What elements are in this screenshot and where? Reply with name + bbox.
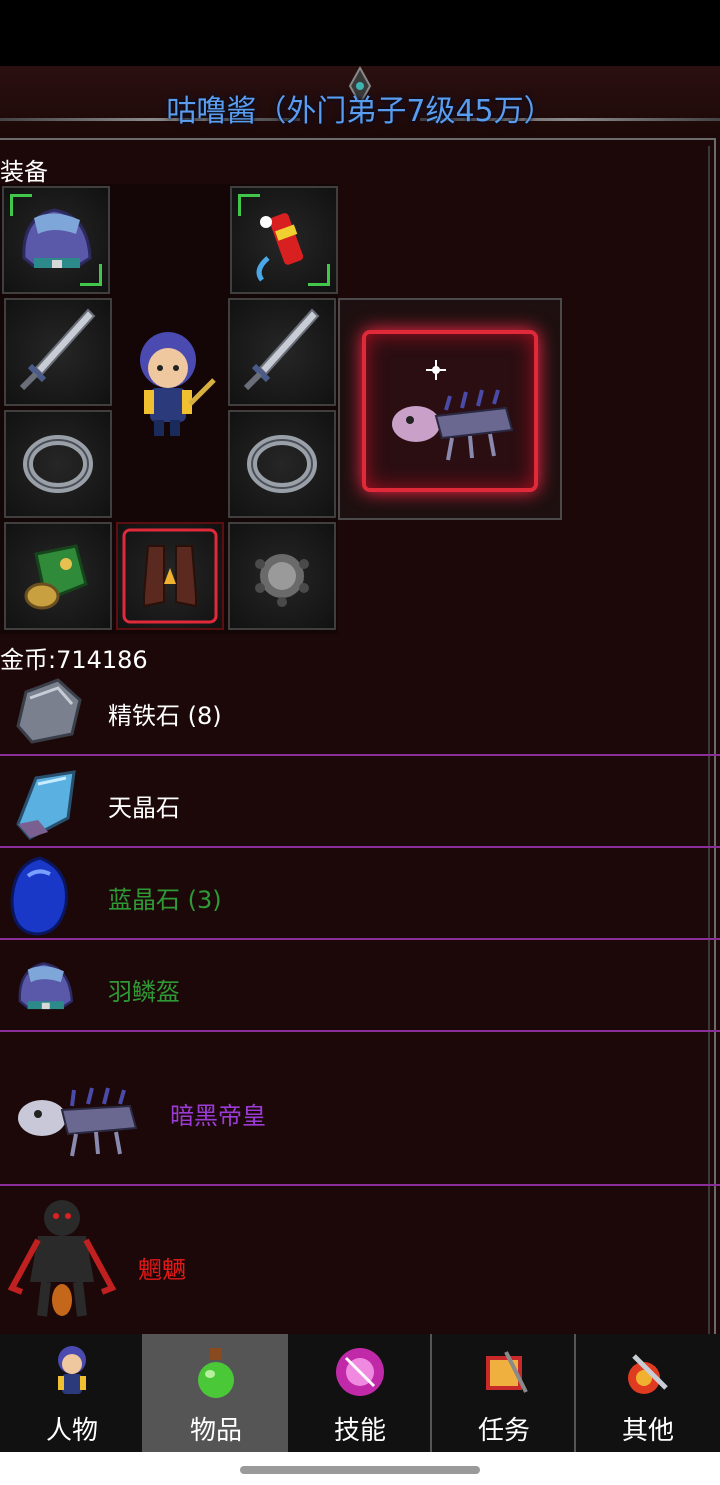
bracer-icon: [24, 544, 88, 610]
inventory-item[interactable]: 精铁石 (8): [0, 666, 720, 756]
selection-corner: [308, 264, 330, 286]
ring-left-slot[interactable]: [4, 410, 112, 518]
pet-frame: [362, 330, 538, 492]
weapon-left-slot[interactable]: [4, 298, 112, 406]
inventory-item[interactable]: 天晶石: [0, 758, 720, 848]
tab-skills[interactable]: 技能: [288, 1334, 432, 1452]
bottom-tab-bar: 人物 物品 技能 任务 其他: [0, 1334, 720, 1452]
sword-shield-icon: [628, 1354, 668, 1394]
inventory-item-name: 精铁石 (8): [108, 702, 222, 730]
tab-label: 技能: [333, 1416, 386, 1446]
ring-right-slot[interactable]: [228, 410, 336, 518]
tab-other[interactable]: 其他: [576, 1334, 720, 1452]
inventory-item-name: 魍魉: [138, 1256, 186, 1284]
inventory-item[interactable]: 暗黑帝皇: [0, 1034, 720, 1186]
quest-flag-icon: [486, 1351, 528, 1393]
helmet-icon: [18, 962, 74, 1010]
selection-corner: [10, 194, 32, 216]
demon-icon: [7, 1200, 117, 1317]
system-nav-area: [0, 1452, 720, 1485]
skeleton-beast-icon: [392, 360, 514, 461]
selection-corner: [80, 264, 102, 286]
inventory-item-name: 天晶石: [108, 794, 180, 822]
tab-label: 任务: [477, 1416, 530, 1446]
helmet-slot[interactable]: [2, 186, 110, 294]
inventory-item-name: 羽鳞盔: [108, 978, 180, 1006]
tab-label: 物品: [189, 1416, 242, 1446]
inventory-item[interactable]: 蓝晶石 (3): [0, 850, 720, 940]
inventory-item-name: 暗黑帝皇: [170, 1102, 266, 1130]
iron-ore-icon: [16, 678, 82, 744]
title-band: 咕噜酱（外门弟子7级45万）: [0, 66, 720, 138]
ring-icon: [247, 435, 317, 493]
ring-icon: [23, 435, 93, 493]
bracer-slot[interactable]: [4, 522, 112, 630]
boots-icon: [122, 528, 218, 624]
sword-icon: [243, 308, 320, 391]
beads-icon: [255, 554, 309, 607]
inventory-item[interactable]: 魍魉: [0, 1188, 720, 1338]
tab-character[interactable]: 人物: [0, 1334, 144, 1452]
skill-orb-icon: [336, 1348, 384, 1396]
boots-slot[interactable]: [116, 522, 224, 630]
status-bar: [0, 0, 720, 66]
tab-items[interactable]: 物品: [144, 1334, 288, 1452]
character-icon: [58, 1346, 86, 1394]
tab-label: 人物: [45, 1416, 98, 1446]
game-frame: 咕噜酱（外门弟子7级45万） 装备 金币:714186 精铁石 (8) 天晶石 …: [0, 66, 720, 1334]
sky-crystal-icon: [16, 770, 76, 840]
inventory-item-name: 蓝晶石 (3): [108, 886, 222, 914]
skeleton-beast-icon: [18, 1087, 138, 1157]
character-avatar-icon: [140, 332, 216, 436]
talisman-slot[interactable]: [230, 186, 338, 294]
blue-crystal-icon: [10, 856, 68, 936]
equipment-section-label: 装备: [0, 158, 48, 186]
beads-slot[interactable]: [228, 522, 336, 630]
potion-icon: [198, 1348, 234, 1398]
character-avatar-area: [112, 184, 226, 514]
character-title: 咕噜酱（外门弟子7级45万）: [166, 94, 554, 129]
inventory-item[interactable]: 羽鳞盔: [0, 942, 720, 1032]
pet-slot[interactable]: [338, 298, 562, 520]
selection-corner: [238, 194, 260, 216]
weapon-right-slot[interactable]: [228, 298, 336, 406]
sword-icon: [19, 308, 96, 391]
home-indicator[interactable]: [240, 1466, 480, 1474]
tab-label: 其他: [621, 1416, 674, 1446]
tab-quests[interactable]: 任务: [432, 1334, 576, 1452]
